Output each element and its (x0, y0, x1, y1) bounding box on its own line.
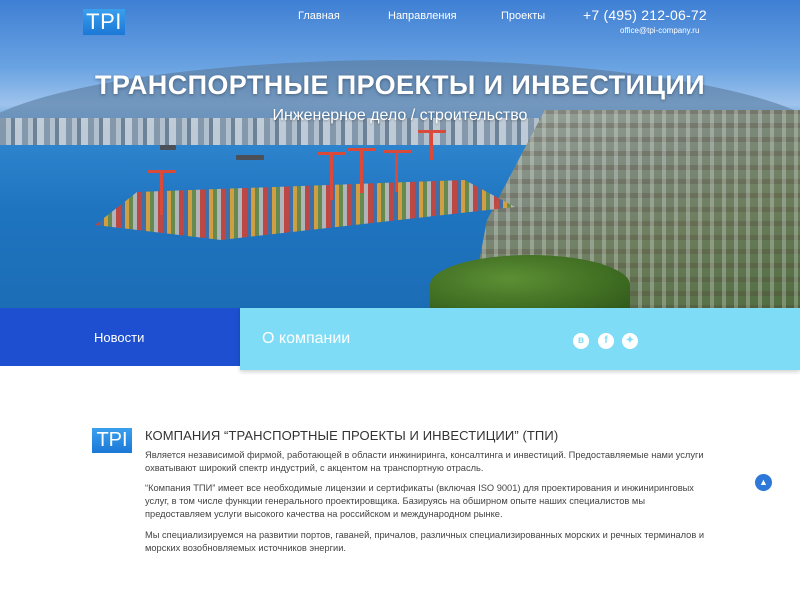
company-title: КОМПАНИЯ “ТРАНСПОРТНЫЕ ПРОЕКТЫ И ИНВЕСТИ… (145, 428, 559, 443)
vk-icon[interactable]: в (573, 333, 589, 349)
company-paragraph: Является независимой фирмой, работающей … (145, 450, 704, 473)
scroll-to-top-button[interactable]: ▲ (755, 474, 772, 491)
hero-ship (160, 145, 176, 150)
nav-link-home[interactable]: Главная (298, 10, 340, 22)
hero-crane (148, 170, 176, 215)
about-tab-label: О компании (262, 330, 351, 347)
phone-number[interactable]: +7 (495) 212-06-72 (583, 7, 707, 23)
hero-crane (383, 150, 411, 192)
site-logo[interactable]: TPI (83, 9, 125, 35)
hero-subtitle: Инженерное дело / строительство (272, 107, 528, 124)
facebook-icon[interactable]: f (598, 333, 614, 349)
nav-link-directions[interactable]: Направления (388, 10, 457, 22)
hero-title: ТРАНСПОРТНЫЕ ПРОЕКТЫ И ИНВЕСТИЦИИ (94, 70, 706, 100)
company-logo: TPI (92, 428, 132, 453)
news-tab[interactable]: Новости (0, 308, 240, 366)
hero-crane (348, 148, 376, 193)
about-tab[interactable]: О компании в f ✦ (240, 308, 800, 370)
hero-park (430, 255, 630, 308)
email-link[interactable]: office@tpi-company.ru (620, 26, 699, 35)
hero-banner: TPI Главная Направления Проекты +7 (495)… (0, 0, 800, 308)
company-paragraph: Мы специализируемся на развитии портов, … (145, 530, 705, 553)
hero-crane (318, 152, 346, 200)
twitter-icon[interactable]: ✦ (622, 333, 638, 349)
hero-crane (418, 130, 446, 160)
company-paragraph: “Компания ТПИ” имеет все необходимые лиц… (145, 483, 694, 519)
news-tab-label: Новости (94, 330, 145, 345)
nav-link-projects[interactable]: Проекты (501, 10, 545, 22)
hero-ship (236, 155, 264, 160)
